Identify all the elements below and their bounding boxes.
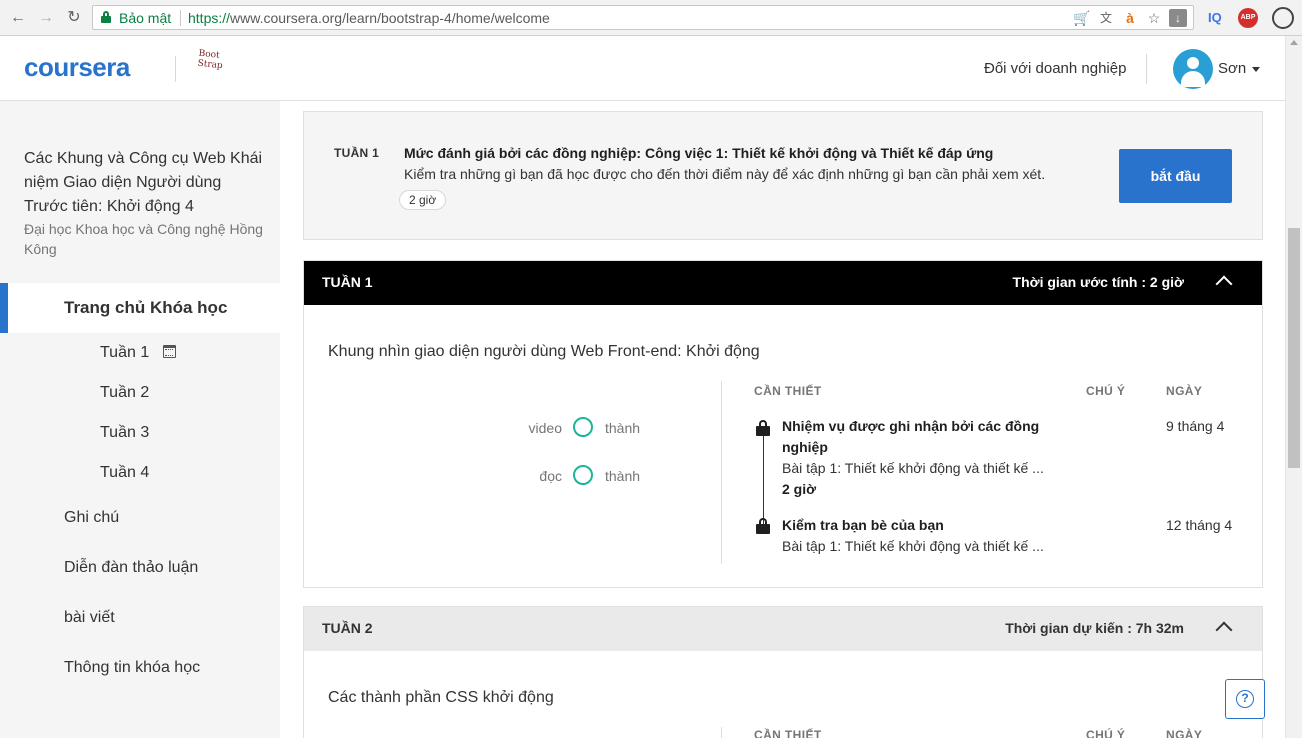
column-divider <box>721 727 722 738</box>
module-title[interactable]: Khung nhìn giao diện người dùng Web Fron… <box>328 343 760 361</box>
start-button[interactable]: bắt đầu <box>1119 149 1232 203</box>
lock-icon <box>756 420 770 436</box>
scroll-up-icon[interactable] <box>1290 40 1298 45</box>
sidebar-item-week-3[interactable]: Tuần 3 <box>100 424 149 442</box>
site-header: coursera Boot Strap Đối với doanh nghiệp… <box>0 36 1285 101</box>
module-title[interactable]: Các thành phần CSS khởi động <box>328 689 554 707</box>
address-divider <box>180 10 181 26</box>
page-scrollbar[interactable] <box>1285 36 1302 738</box>
adblock-extension-icon[interactable]: ABP <box>1238 8 1258 28</box>
required-item-title[interactable]: Kiểm tra bạn bè của bạn <box>782 515 1054 536</box>
required-item-subtitle: Bài tập 1: Thiết kế khởi động và thiết k… <box>782 460 1044 476</box>
sidebar-item-notes[interactable]: Ghi chú <box>64 509 119 527</box>
video-stat-label: video <box>528 420 562 436</box>
accent-icon[interactable]: à <box>1121 9 1139 27</box>
profile-circle-icon[interactable] <box>1272 7 1294 29</box>
browser-toolbar: ← → ↻ Bảo mật https://www.coursera.org/l… <box>0 0 1302 36</box>
url-path: www.coursera.org/learn/bootstrap-4/home/… <box>230 10 550 26</box>
help-button[interactable]: ? <box>1225 679 1265 719</box>
lock-icon <box>101 11 111 23</box>
chevron-down-icon[interactable] <box>1252 67 1260 72</box>
chevron-up-icon[interactable] <box>1215 621 1233 639</box>
sidebar: Các Khung và Công cụ Web Khái niệm Giao … <box>0 101 280 738</box>
back-arrow-icon[interactable]: ← <box>8 8 28 28</box>
sidebar-item-messages[interactable]: bài viết <box>64 609 115 627</box>
reading-progress-ring-icon <box>573 465 593 485</box>
address-bar[interactable]: Bảo mật https://www.coursera.org/learn/b… <box>92 5 1194 30</box>
star-icon[interactable]: ☆ <box>1145 9 1163 27</box>
sidebar-item-week-4[interactable]: Tuần 4 <box>100 464 149 482</box>
video-progress-ring-icon <box>573 417 593 437</box>
calendar-icon <box>163 345 176 358</box>
column-note: CHÚ Ý <box>1086 384 1126 398</box>
reload-icon[interactable]: ↻ <box>64 8 84 28</box>
address-bar-icons: 🛒 文 à ☆ ↓ <box>1073 8 1187 28</box>
week-2-estimate: Thời gian dự kiến : 7h 32m <box>1005 620 1184 636</box>
sidebar-item-course-info[interactable]: Thông tin khóa học <box>64 659 200 677</box>
week-2-title: TUẦN 2 <box>322 620 373 636</box>
sidebar-item-course-home[interactable]: Trang chủ Khóa học <box>0 283 280 333</box>
week-2-panel: TUẦN 2 Thời gian dự kiến : 7h 32m Các th… <box>303 606 1263 738</box>
cart-icon[interactable]: 🛒 <box>1073 9 1091 27</box>
lock-icon <box>756 518 770 534</box>
reading-stat-status: thành <box>605 468 641 484</box>
translate-icon[interactable]: 文 <box>1097 9 1115 27</box>
assessment-week-label: TUẦN 1 <box>334 146 380 160</box>
assessment-title[interactable]: Mức đánh giá bởi các đồng nghiệp: Công v… <box>404 145 993 161</box>
url-scheme: https:// <box>188 10 231 26</box>
required-item-date: 9 tháng 4 <box>1166 418 1225 434</box>
video-stat-status: thành <box>605 420 641 436</box>
required-item-hours: 2 giờ <box>782 481 817 497</box>
coursera-logo[interactable]: coursera <box>24 52 130 83</box>
download-icon[interactable]: ↓ <box>1169 9 1187 27</box>
header-divider <box>1146 54 1147 84</box>
required-item-title[interactable]: Nhiệm vụ được ghi nhận bởi các đồng nghi… <box>782 416 1054 458</box>
column-date: NGÀY <box>1166 384 1203 398</box>
scroll-thumb[interactable] <box>1288 228 1300 468</box>
week-1-title: TUẦN 1 <box>322 274 373 290</box>
assessment-description: Kiểm tra những gì bạn đã học được cho đế… <box>404 166 1046 182</box>
business-link[interactable]: Đối với doanh nghiệp <box>984 60 1126 77</box>
column-required: CẦN THIẾT <box>754 728 822 738</box>
required-item-subtitle: Bài tập 1: Thiết kế khởi động và thiết k… <box>782 538 1044 554</box>
secure-label: Bảo mật <box>119 10 172 26</box>
column-date: NGÀY <box>1166 728 1203 738</box>
iq-extension-icon[interactable]: IQ <box>1208 8 1222 28</box>
peer-assessment-card: TUẦN 1 Mức đánh giá bởi các đồng nghiệp:… <box>303 111 1263 240</box>
avatar[interactable] <box>1173 49 1213 89</box>
url-text[interactable]: https://www.coursera.org/learn/bootstrap… <box>188 10 550 26</box>
sidebar-item-week-1[interactable]: Tuần 1 <box>100 344 149 362</box>
sidebar-item-discussion-forums[interactable]: Diễn đàn thảo luận <box>64 559 198 577</box>
logo-divider <box>175 56 176 82</box>
timeline-line <box>763 436 764 526</box>
bootstrap-partner-logo[interactable]: Boot Strap <box>197 49 224 86</box>
week-2-header[interactable]: TUẦN 2 Thời gian dự kiến : 7h 32m <box>304 607 1262 651</box>
required-item-date: 12 tháng 4 <box>1166 517 1233 533</box>
reading-stat-label: đọc <box>539 468 562 484</box>
column-note: CHÚ Ý <box>1086 728 1126 738</box>
user-name[interactable]: Sơn <box>1218 60 1246 77</box>
course-university: Đại học Khoa học và Công nghệ Hồng Kông <box>24 221 263 257</box>
sidebar-item-week-2[interactable]: Tuần 2 <box>100 384 149 402</box>
week-1-panel: TUẦN 1 Thời gian ước tính : 2 giờ Khung … <box>303 260 1263 588</box>
forward-arrow-icon[interactable]: → <box>36 8 56 28</box>
help-icon: ? <box>1236 690 1254 708</box>
column-required: CẦN THIẾT <box>754 384 822 398</box>
chevron-up-icon[interactable] <box>1215 275 1233 293</box>
course-title[interactable]: Các Khung và Công cụ Web Khái niệm Giao … <box>24 147 264 219</box>
week-1-estimate: Thời gian ước tính : 2 giờ <box>1012 274 1184 290</box>
week-1-header[interactable]: TUẦN 1 Thời gian ước tính : 2 giờ <box>304 261 1262 305</box>
column-divider <box>721 381 722 564</box>
duration-badge: 2 giờ <box>399 190 447 210</box>
